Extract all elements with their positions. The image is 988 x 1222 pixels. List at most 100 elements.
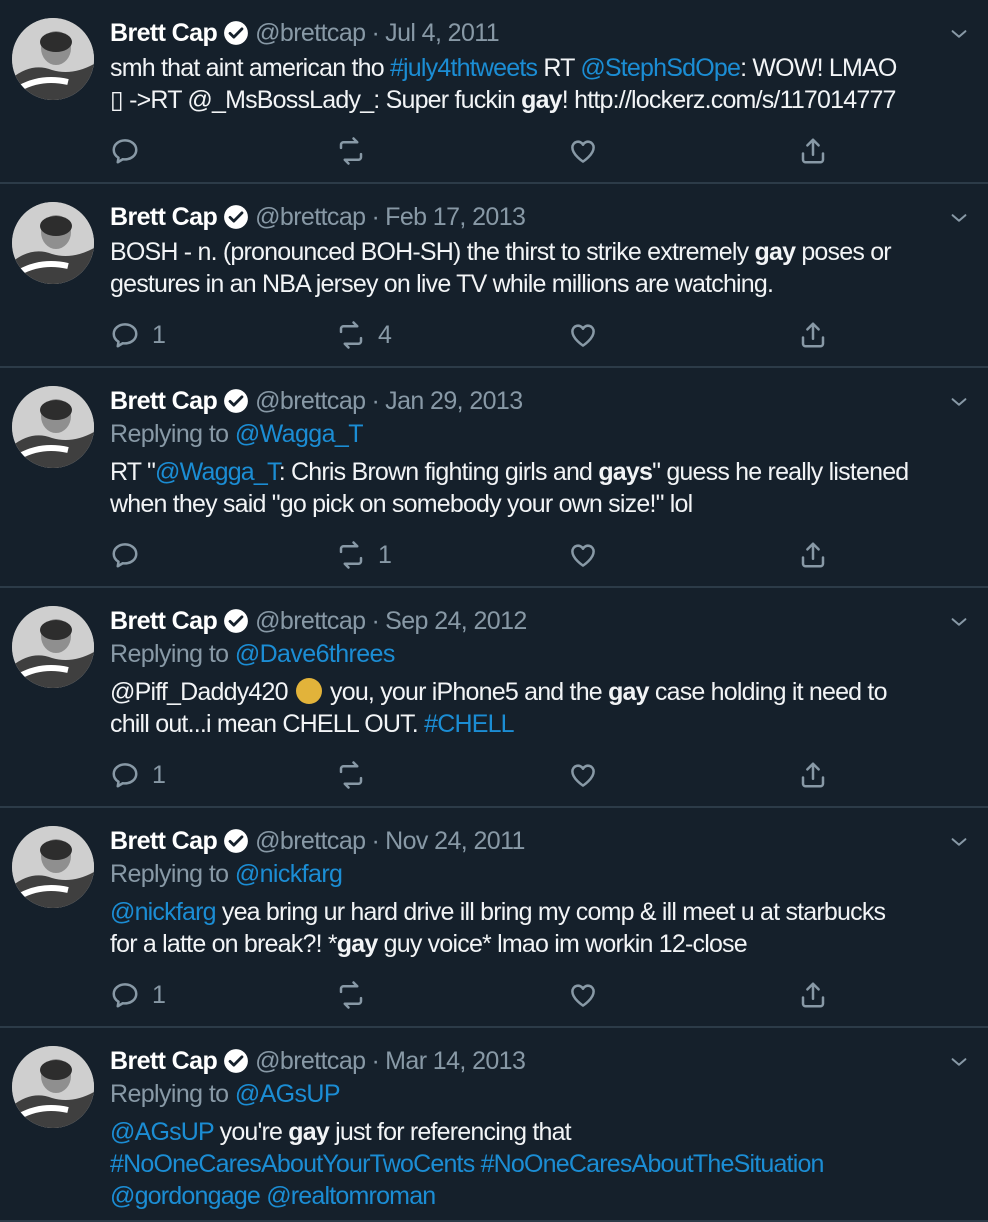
reply-icon bbox=[110, 540, 152, 570]
share-button[interactable] bbox=[798, 134, 840, 168]
reply-button[interactable]: 1 bbox=[110, 318, 166, 352]
text-segment: : Chris Brown fighting girls and bbox=[278, 458, 599, 486]
tweet-link[interactable]: @nickfarg bbox=[110, 898, 217, 926]
replying-to-line: Replying to @AGsUP bbox=[110, 1080, 341, 1109]
like-icon bbox=[568, 980, 610, 1010]
avatar[interactable] bbox=[12, 1046, 94, 1128]
like-icon bbox=[568, 320, 610, 350]
author-handle[interactable]: @brettcap bbox=[255, 827, 366, 856]
tweet-link[interactable]: #CHELL bbox=[424, 710, 515, 738]
author-name[interactable]: Brett Cap bbox=[110, 19, 218, 48]
avatar[interactable] bbox=[12, 606, 94, 688]
tweet-header: Brett Cap @brettcap · Mar 14, 2013 bbox=[110, 1046, 526, 1076]
separator: · bbox=[371, 202, 380, 231]
verified-badge-icon bbox=[223, 1048, 249, 1074]
tweet-date[interactable]: Feb 17, 2013 bbox=[385, 203, 526, 232]
text-segment: @Piff_Daddy420 bbox=[110, 678, 294, 706]
reply-button[interactable] bbox=[110, 134, 152, 168]
retweet-button[interactable]: 1 bbox=[336, 538, 392, 572]
like-button[interactable] bbox=[568, 318, 610, 352]
author-name[interactable]: Brett Cap bbox=[110, 203, 218, 232]
share-icon bbox=[798, 136, 840, 166]
share-icon bbox=[798, 980, 840, 1010]
chevron-down-icon[interactable] bbox=[948, 1051, 970, 1073]
share-button[interactable] bbox=[798, 538, 840, 572]
replying-to-link[interactable]: @nickfarg bbox=[235, 860, 343, 888]
tweet[interactable]: Brett Cap @brettcap · Mar 14, 2013 Replying … bbox=[0, 1028, 988, 1222]
retweet-button[interactable]: 4 bbox=[336, 318, 392, 352]
text-segment: you, your iPhone5 and the bbox=[323, 678, 609, 706]
like-icon bbox=[568, 760, 610, 790]
retweet-button[interactable] bbox=[336, 978, 378, 1012]
chevron-down-icon[interactable] bbox=[948, 831, 970, 853]
tweet-link[interactable]: #NoOneCaresAboutYourTwoCents bbox=[110, 1150, 475, 1178]
tweet[interactable]: Brett Cap @brettcap · Nov 24, 2011 Replying … bbox=[0, 808, 988, 1028]
avatar[interactable] bbox=[12, 386, 94, 468]
avatar[interactable] bbox=[12, 18, 94, 100]
reply-button-count: 1 bbox=[152, 980, 166, 1009]
highlighted-word: gays bbox=[598, 458, 653, 486]
text-segment: when they said "go pick on somebody your… bbox=[110, 490, 693, 518]
tweet-text-line: smh that aint american tho #july4thtweet… bbox=[110, 52, 974, 84]
replying-to-link[interactable]: @AGsUP bbox=[235, 1080, 341, 1108]
tweet[interactable]: Brett Cap @brettcap · Sep 24, 2012 Replying … bbox=[0, 588, 988, 808]
text-segment: just for referencing that bbox=[328, 1118, 572, 1146]
author-handle[interactable]: @brettcap bbox=[255, 19, 366, 48]
author-name[interactable]: Brett Cap bbox=[110, 827, 218, 856]
author-name[interactable]: Brett Cap bbox=[110, 1047, 218, 1076]
avatar[interactable] bbox=[12, 202, 94, 284]
tweet-date[interactable]: Sep 24, 2012 bbox=[385, 607, 527, 636]
author-handle[interactable]: @brettcap bbox=[255, 607, 366, 636]
replying-to-line: Replying to @nickfarg bbox=[110, 860, 343, 889]
author-handle[interactable]: @brettcap bbox=[255, 203, 366, 232]
tweet-link[interactable]: @gordongage bbox=[110, 1182, 261, 1210]
retweet-icon bbox=[336, 980, 378, 1010]
tweet-link[interactable]: @StephSdOpe bbox=[580, 54, 741, 82]
tweet[interactable]: Brett Cap @brettcap · Jan 29, 2013 Replying … bbox=[0, 368, 988, 588]
tweet-link[interactable]: @Wagga_T bbox=[155, 458, 279, 486]
author-handle[interactable]: @brettcap bbox=[255, 387, 366, 416]
author-name[interactable]: Brett Cap bbox=[110, 607, 218, 636]
retweet-button[interactable] bbox=[336, 758, 378, 792]
like-button[interactable] bbox=[568, 134, 610, 168]
share-button[interactable] bbox=[798, 758, 840, 792]
tweet-text-line: @Piff_Daddy420 you, your iPhone5 and the… bbox=[110, 676, 974, 708]
tweet-header: Brett Cap @brettcap · Jan 29, 2013 bbox=[110, 386, 523, 416]
tweet[interactable]: Brett Cap @brettcap · Feb 17, 2013 BOSH - n.… bbox=[0, 184, 988, 368]
retweet-button-count: 4 bbox=[378, 320, 392, 349]
reply-button[interactable]: 1 bbox=[110, 978, 166, 1012]
share-button[interactable] bbox=[798, 318, 840, 352]
tweet-text-line: @gordongage @realtomroman bbox=[110, 1180, 974, 1212]
reply-button[interactable]: 1 bbox=[110, 758, 166, 792]
tweet-date[interactable]: Jan 29, 2013 bbox=[385, 387, 523, 416]
replying-to-link[interactable]: @Wagga_T bbox=[235, 420, 364, 448]
like-button[interactable] bbox=[568, 758, 610, 792]
chevron-down-icon[interactable] bbox=[948, 23, 970, 45]
separator: · bbox=[371, 386, 380, 415]
chevron-down-icon[interactable] bbox=[948, 207, 970, 229]
author-name[interactable]: Brett Cap bbox=[110, 387, 218, 416]
retweet-icon bbox=[336, 540, 378, 570]
share-button[interactable] bbox=[798, 978, 840, 1012]
replying-to-link[interactable]: @Dave6threes bbox=[235, 640, 396, 668]
like-button[interactable] bbox=[568, 538, 610, 572]
reply-button[interactable] bbox=[110, 538, 152, 572]
tweet-date[interactable]: Mar 14, 2013 bbox=[385, 1047, 526, 1076]
tweet-link[interactable]: @AGsUP bbox=[110, 1118, 214, 1146]
author-handle[interactable]: @brettcap bbox=[255, 1047, 366, 1076]
tweet[interactable]: Brett Cap @brettcap · Jul 4, 2011 smh that a… bbox=[0, 0, 988, 184]
text-segment: ▯ ->RT @_MsBossLady_: Super fuckin bbox=[110, 86, 522, 114]
like-button[interactable] bbox=[568, 978, 610, 1012]
tweet-text-line: gestures in an NBA jersey on live TV whi… bbox=[110, 268, 974, 300]
tweet-link[interactable]: #july4thtweets bbox=[390, 54, 538, 82]
tweet-link[interactable]: @realtomroman bbox=[266, 1182, 436, 1210]
tweet-date[interactable]: Nov 24, 2011 bbox=[385, 827, 525, 856]
tweet-actions: 1 bbox=[110, 758, 840, 792]
tweet-link[interactable]: #NoOneCaresAboutTheSituation bbox=[481, 1150, 825, 1178]
text-segment: : WOW! LMAO bbox=[740, 54, 897, 82]
retweet-button[interactable] bbox=[336, 134, 378, 168]
tweet-date[interactable]: Jul 4, 2011 bbox=[385, 19, 499, 48]
chevron-down-icon[interactable] bbox=[948, 391, 970, 413]
avatar[interactable] bbox=[12, 826, 94, 908]
chevron-down-icon[interactable] bbox=[948, 611, 970, 633]
